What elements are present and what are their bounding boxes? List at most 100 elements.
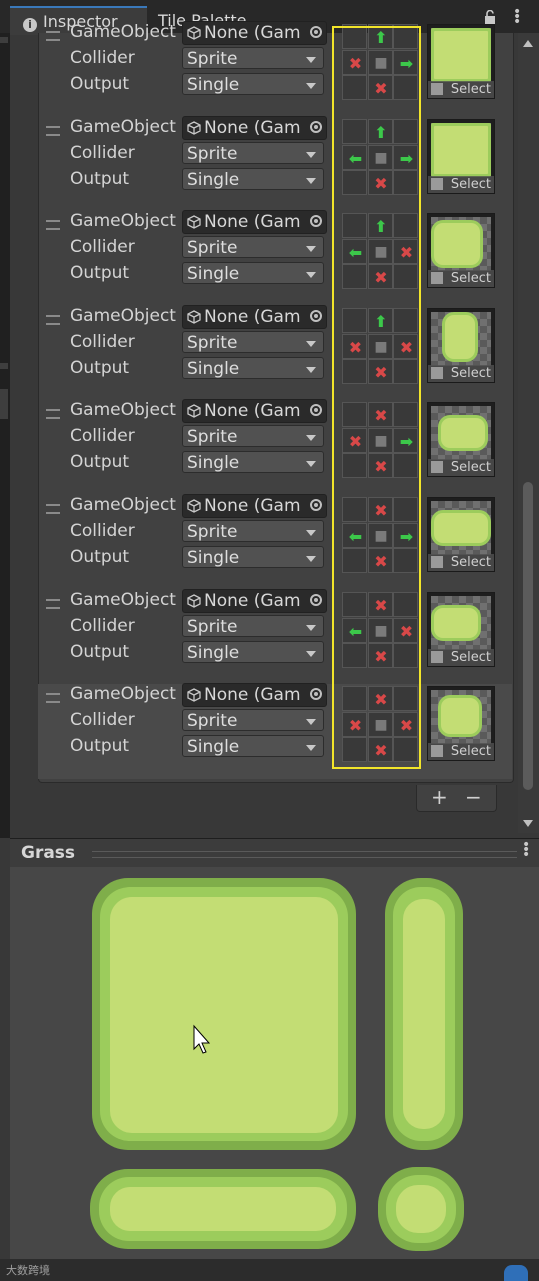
tag-icon[interactable] bbox=[504, 1265, 528, 1281]
rule-entry[interactable]: GameObject Collider Output None (Gam Spr… bbox=[38, 116, 512, 212]
object-picker-icon[interactable] bbox=[310, 215, 322, 227]
object-picker-icon[interactable] bbox=[310, 404, 322, 416]
chevron-down-icon bbox=[306, 83, 316, 89]
grass-tile-icon bbox=[431, 28, 491, 82]
header-drag-rule[interactable] bbox=[92, 851, 517, 858]
chevron-down-icon bbox=[306, 246, 316, 252]
drag-handle-icon[interactable] bbox=[46, 693, 60, 703]
rule-entry[interactable]: GameObject Collider Output None (Gam Spr… bbox=[38, 683, 512, 779]
collider-dropdown[interactable]: Sprite bbox=[182, 142, 324, 164]
select-sprite-button[interactable]: Select bbox=[428, 554, 494, 571]
collider-dropdown[interactable]: Sprite bbox=[182, 47, 324, 69]
sprite-preview[interactable]: Select bbox=[427, 119, 495, 194]
grass-tile-icon bbox=[442, 312, 478, 362]
output-dropdown[interactable]: Single bbox=[182, 168, 324, 190]
collider-dropdown[interactable]: Sprite bbox=[182, 615, 324, 637]
object-picker-icon[interactable] bbox=[310, 310, 322, 322]
drag-handle-icon[interactable] bbox=[46, 315, 60, 325]
gameobject-field[interactable]: None (Gam bbox=[182, 210, 327, 234]
sprite-preview[interactable]: Select bbox=[427, 497, 495, 572]
checkbox-icon[interactable] bbox=[431, 272, 443, 284]
gameobject-value: None (Gam bbox=[204, 401, 301, 421]
gameobject-value: None (Gam bbox=[204, 212, 301, 232]
object-picker-icon[interactable] bbox=[310, 688, 322, 700]
gameobject-field[interactable]: None (Gam bbox=[182, 116, 327, 140]
gameobject-field[interactable]: None (Gam bbox=[182, 21, 327, 45]
object-picker-icon[interactable] bbox=[310, 499, 322, 511]
chevron-down-icon bbox=[306, 178, 316, 184]
select-label: Select bbox=[450, 366, 491, 381]
sprite-preview[interactable]: Select bbox=[427, 24, 495, 99]
output-dropdown[interactable]: Single bbox=[182, 357, 324, 379]
output-label: Output bbox=[70, 263, 130, 283]
select-label: Select bbox=[450, 177, 491, 192]
select-sprite-button[interactable]: Select bbox=[428, 176, 494, 193]
rule-entry[interactable]: GameObject Collider Output None (Gam Spr… bbox=[38, 494, 512, 590]
sprite-preview[interactable]: Select bbox=[427, 592, 495, 667]
output-dropdown[interactable]: Single bbox=[182, 73, 324, 95]
more-options-icon[interactable]: • • • bbox=[513, 5, 521, 29]
scroll-up-icon[interactable] bbox=[523, 40, 533, 47]
drag-handle-icon[interactable] bbox=[46, 220, 60, 230]
select-sprite-button[interactable]: Select bbox=[428, 81, 494, 98]
collider-dropdown[interactable]: Sprite bbox=[182, 709, 324, 731]
select-sprite-button[interactable]: Select bbox=[428, 649, 494, 666]
select-sprite-button[interactable]: Select bbox=[428, 743, 494, 760]
scroll-down-icon[interactable] bbox=[523, 820, 533, 827]
object-picker-icon[interactable] bbox=[310, 26, 322, 38]
checkbox-icon[interactable] bbox=[431, 461, 443, 473]
gameobject-field[interactable]: None (Gam bbox=[182, 683, 327, 707]
checkbox-icon[interactable] bbox=[431, 83, 443, 95]
rule-entry[interactable]: GameObject Collider Output None (Gam Spr… bbox=[38, 21, 512, 117]
gameobject-field[interactable]: None (Gam bbox=[182, 589, 327, 613]
sprite-preview[interactable]: Select bbox=[427, 686, 495, 761]
rule-entry[interactable]: GameObject Collider Output None (Gam Spr… bbox=[38, 399, 512, 495]
object-picker-icon[interactable] bbox=[310, 121, 322, 133]
preview-options-icon[interactable]: • • • bbox=[522, 838, 530, 862]
checkbox-icon[interactable] bbox=[431, 556, 443, 568]
left-edge-strip bbox=[0, 33, 10, 838]
gameobject-field[interactable]: None (Gam bbox=[182, 305, 327, 329]
remove-rule-button[interactable]: − bbox=[465, 785, 482, 809]
drag-handle-icon[interactable] bbox=[46, 126, 60, 136]
output-dropdown[interactable]: Single bbox=[182, 262, 324, 284]
object-picker-icon[interactable] bbox=[310, 594, 322, 606]
select-sprite-button[interactable]: Select bbox=[428, 270, 494, 287]
output-value: Single bbox=[187, 75, 240, 95]
grass-vertical-strip bbox=[385, 878, 463, 1150]
drag-handle-icon[interactable] bbox=[46, 599, 60, 609]
add-rule-button[interactable]: + bbox=[431, 785, 448, 809]
rule-entry[interactable]: GameObject Collider Output None (Gam Spr… bbox=[38, 589, 512, 685]
scrollbar-thumb[interactable] bbox=[523, 482, 533, 790]
output-dropdown[interactable]: Single bbox=[182, 641, 324, 663]
output-dropdown[interactable]: Single bbox=[182, 546, 324, 568]
collider-dropdown[interactable]: Sprite bbox=[182, 520, 324, 542]
checkbox-icon[interactable] bbox=[431, 178, 443, 190]
sprite-preview[interactable]: Select bbox=[427, 308, 495, 383]
sprite-preview[interactable]: Select bbox=[427, 402, 495, 477]
rule-entry[interactable]: GameObject Collider Output None (Gam Spr… bbox=[38, 305, 512, 401]
rule-entry[interactable]: GameObject Collider Output None (Gam Spr… bbox=[38, 210, 512, 306]
checkbox-icon[interactable] bbox=[431, 745, 443, 757]
output-dropdown[interactable]: Single bbox=[182, 735, 324, 757]
output-value: Single bbox=[187, 359, 240, 379]
collider-dropdown[interactable]: Sprite bbox=[182, 236, 324, 258]
checkbox-icon[interactable] bbox=[431, 367, 443, 379]
collider-dropdown[interactable]: Sprite bbox=[182, 425, 324, 447]
gameobject-value: None (Gam bbox=[204, 591, 301, 611]
output-dropdown[interactable]: Single bbox=[182, 451, 324, 473]
collider-label: Collider bbox=[70, 48, 135, 68]
drag-handle-icon[interactable] bbox=[46, 409, 60, 419]
select-sprite-button[interactable]: Select bbox=[428, 365, 494, 382]
gameobject-label: GameObject bbox=[70, 117, 176, 137]
drag-handle-icon[interactable] bbox=[46, 504, 60, 514]
drag-handle-icon[interactable] bbox=[46, 31, 60, 41]
cube-icon bbox=[187, 404, 201, 418]
select-sprite-button[interactable]: Select bbox=[428, 459, 494, 476]
sprite-preview[interactable]: Select bbox=[427, 213, 495, 288]
chevron-down-icon bbox=[306, 651, 316, 657]
collider-dropdown[interactable]: Sprite bbox=[182, 331, 324, 353]
checkbox-icon[interactable] bbox=[431, 651, 443, 663]
gameobject-field[interactable]: None (Gam bbox=[182, 399, 327, 423]
gameobject-field[interactable]: None (Gam bbox=[182, 494, 327, 518]
